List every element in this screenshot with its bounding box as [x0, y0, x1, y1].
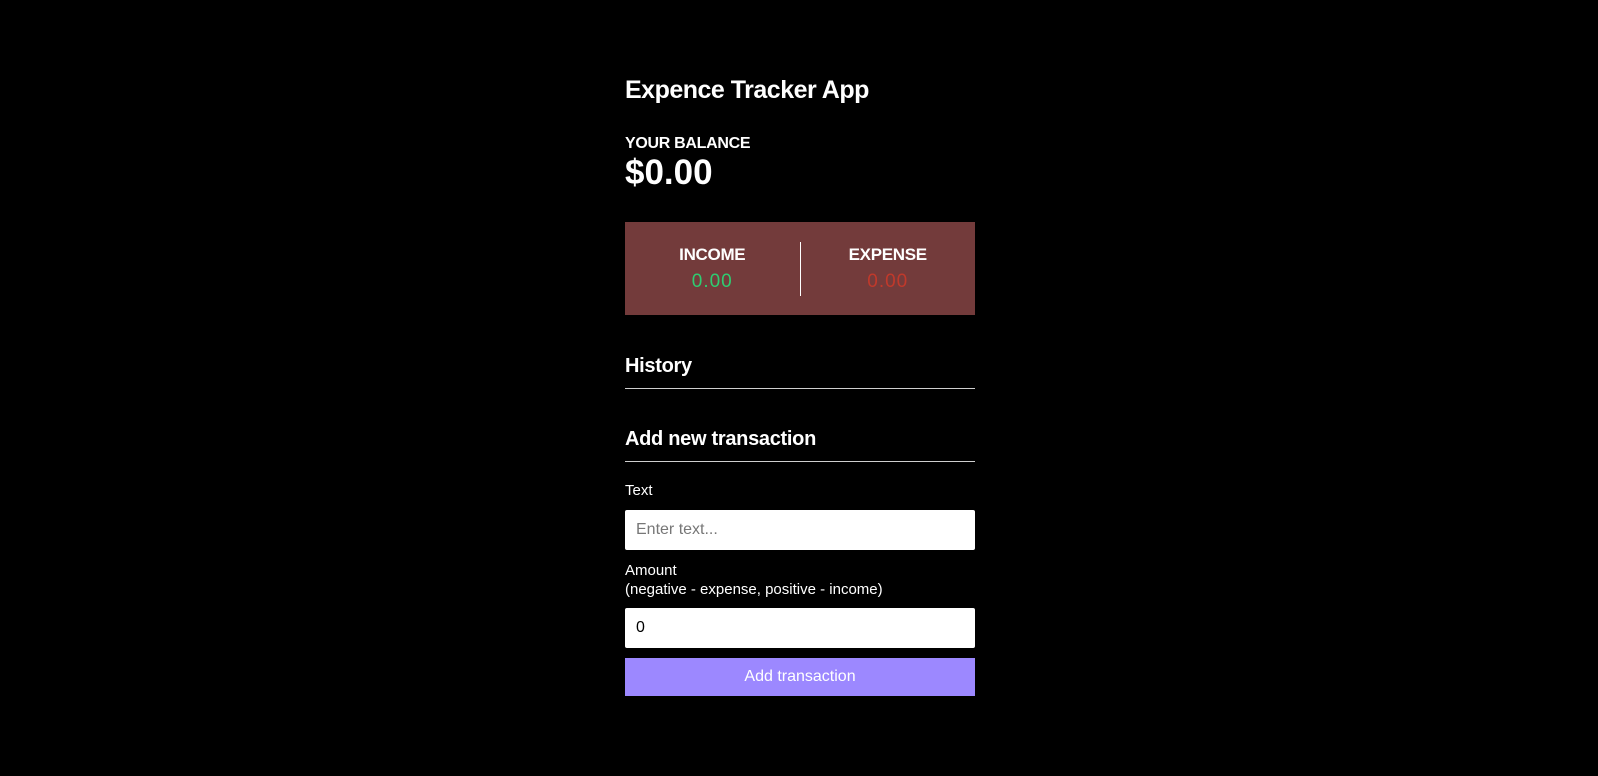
balance-value: $0.00	[625, 153, 713, 192]
expense-label: EXPENSE	[848, 244, 928, 264]
amount-field-label: Amount (negative - expense, positive - i…	[625, 561, 883, 599]
expense-column: EXPENSE 0.00	[801, 244, 976, 294]
amount-label-title: Amount	[625, 562, 677, 579]
income-value: 0.00	[691, 270, 733, 292]
income-label: INCOME	[679, 244, 746, 264]
app-title: Expence Tracker App	[625, 76, 869, 104]
amount-input[interactable]	[625, 608, 975, 648]
text-input[interactable]	[625, 510, 975, 550]
expense-value: 0.00	[867, 270, 909, 292]
balance-label: YOUR BALANCE	[625, 135, 751, 152]
add-transaction-button[interactable]: Add transaction	[625, 658, 975, 696]
add-transaction-title: Add new transaction	[625, 426, 975, 462]
history-title: History	[625, 353, 975, 389]
income-expense-panel: INCOME 0.00 EXPENSE 0.00	[625, 222, 975, 315]
income-column: INCOME 0.00	[625, 244, 800, 294]
text-field-label: Text	[625, 482, 653, 499]
amount-label-hint: (negative - expense, positive - income)	[625, 581, 883, 598]
